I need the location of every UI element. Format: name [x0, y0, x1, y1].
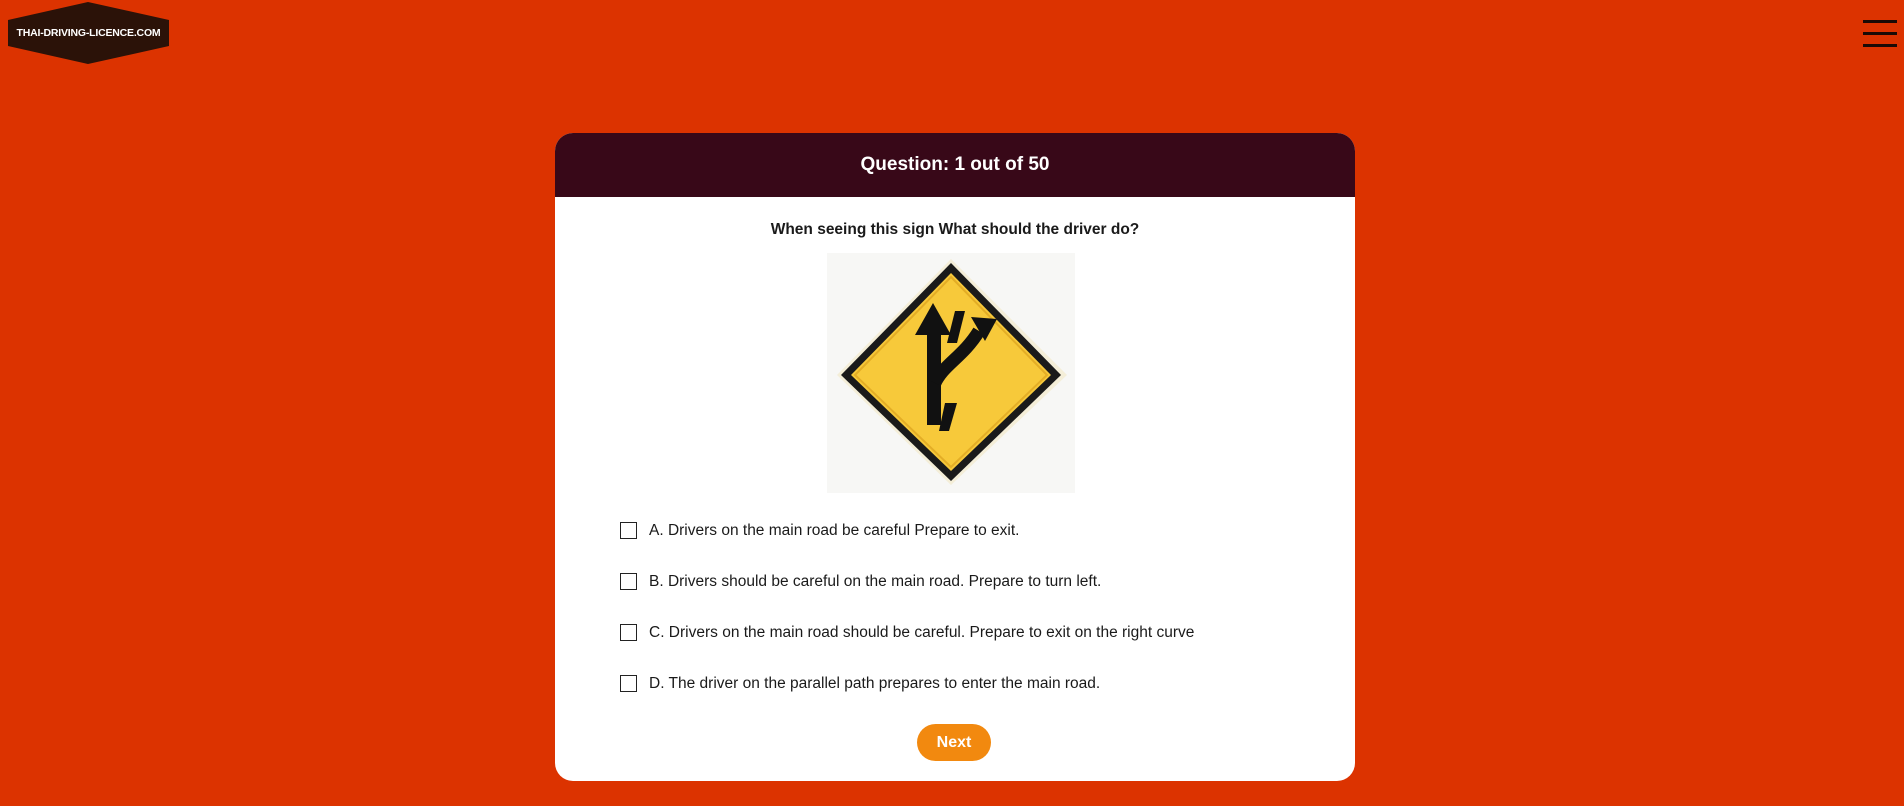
answer-label-c: C. Drivers on the main road should be ca…: [649, 623, 1195, 641]
answer-checkbox-a[interactable]: [620, 522, 637, 539]
menu-bar-bottom: [1863, 44, 1897, 47]
logo-text: THAI-DRIVING-LICENCE.COM: [16, 27, 161, 39]
answer-label-a: A. Drivers on the main road be careful P…: [649, 521, 1020, 539]
next-button[interactable]: Next: [917, 724, 991, 761]
merging-lanes-sign-icon: [837, 259, 1067, 485]
quiz-card: Question: 1 out of 50 When seeing this s…: [555, 133, 1355, 781]
hamburger-menu-icon[interactable]: [1863, 20, 1897, 48]
answer-checkbox-d[interactable]: [620, 675, 637, 692]
sign-image: [827, 253, 1075, 493]
site-logo[interactable]: THAI-DRIVING-LICENCE.COM: [8, 2, 169, 64]
question-counter: Question: 1 out of 50: [555, 133, 1355, 197]
menu-bar-middle: [1863, 32, 1897, 35]
answer-label-b: B. Drivers should be careful on the main…: [649, 572, 1102, 590]
answer-option-b[interactable]: B. Drivers should be careful on the main…: [620, 556, 1300, 607]
answer-checkbox-c[interactable]: [620, 624, 637, 641]
answer-label-d: D. The driver on the parallel path prepa…: [649, 674, 1101, 692]
menu-bar-top: [1863, 20, 1897, 23]
answer-options: A. Drivers on the main road be careful P…: [620, 505, 1300, 709]
answer-option-c[interactable]: C. Drivers on the main road should be ca…: [620, 607, 1300, 658]
question-text: When seeing this sign What should the dr…: [770, 221, 1140, 238]
answer-option-a[interactable]: A. Drivers on the main road be careful P…: [620, 505, 1300, 556]
answer-checkbox-b[interactable]: [620, 573, 637, 590]
answer-option-d[interactable]: D. The driver on the parallel path prepa…: [620, 658, 1300, 709]
